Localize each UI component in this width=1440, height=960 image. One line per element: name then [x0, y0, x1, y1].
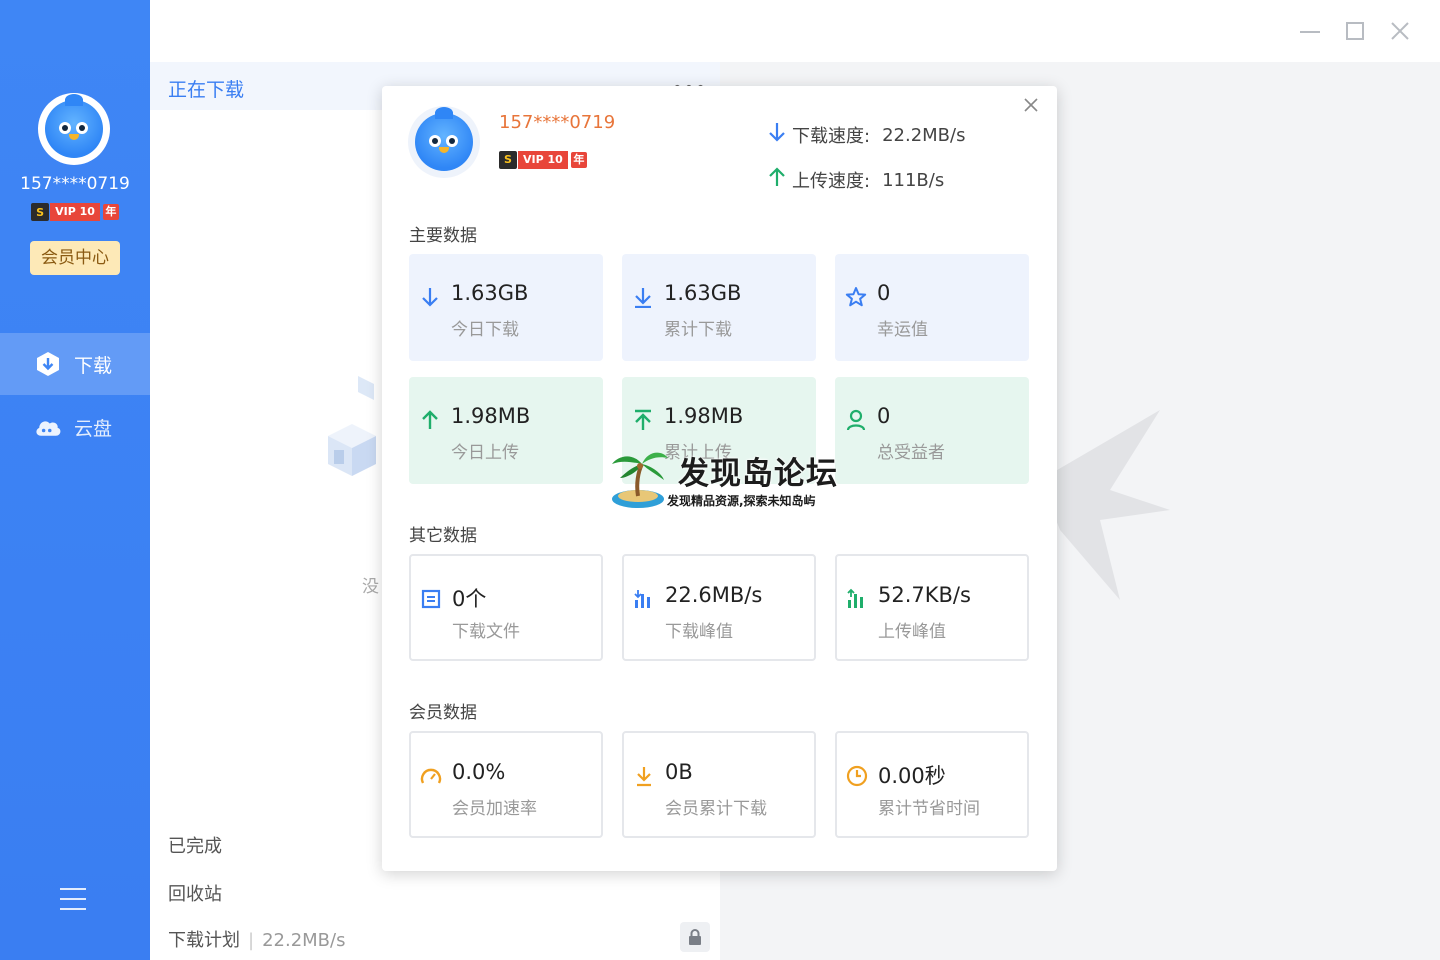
- tab-completed[interactable]: 已完成: [168, 832, 222, 858]
- bird-avatar-icon: [415, 107, 473, 171]
- forum-watermark: 发现岛论坛 发现精品资源,探索未知岛屿: [608, 444, 838, 510]
- menu-icon[interactable]: [60, 888, 86, 910]
- stat-label: 今日上传: [451, 443, 519, 463]
- download-speed: 下载速度: 22.2MB/s: [768, 121, 965, 149]
- stat-tile-today-download: 1.63GB 今日下载: [409, 254, 603, 361]
- tab-recycle-bin[interactable]: 回收站: [168, 880, 222, 906]
- sidebar: 157****0719 S VIP 10 年 会员中心 下载 云盘: [0, 0, 150, 960]
- empty-state-text: 没: [362, 577, 379, 597]
- stat-label: 下载峰值: [665, 622, 733, 642]
- empty-boxes-illustration: [328, 376, 376, 476]
- stat-label: 下载文件: [452, 622, 520, 642]
- sidebar-item-cloud[interactable]: 云盘: [0, 396, 150, 458]
- upload-speed: 上传速度: 111B/s: [768, 166, 944, 194]
- download-speed-label: 下载速度:: [792, 126, 871, 147]
- vip-year: 年: [570, 151, 587, 168]
- section-other-title: 其它数据: [409, 526, 477, 546]
- upload-arrow-icon: [419, 408, 441, 432]
- upload-speed-label: 上传速度:: [792, 171, 871, 192]
- watermark-subtitle: 发现精品资源,探索未知岛屿: [667, 494, 816, 508]
- download-speed-value: 22.2MB/s: [882, 124, 966, 146]
- bird-avatar-icon: [45, 94, 103, 158]
- down-arrow-icon: [768, 121, 786, 149]
- lock-icon[interactable]: [680, 922, 710, 952]
- vip-level: VIP 10: [50, 203, 100, 221]
- user-icon: [845, 408, 867, 432]
- maximize-icon[interactable]: [1342, 18, 1368, 44]
- watermark-title: 发现岛论坛: [678, 456, 838, 492]
- stat-tile-beneficiaries: 0 总受益者: [835, 377, 1029, 484]
- stat-tile-member-accel: 0.0% 会员加速率: [409, 731, 603, 838]
- stat-label: 累计下载: [664, 320, 732, 340]
- sidebar-item-download[interactable]: 下载: [0, 333, 150, 395]
- stat-tile-luck: 0 幸运值: [835, 254, 1029, 361]
- download-arrow-icon: [419, 285, 441, 309]
- stat-label: 会员累计下载: [665, 799, 767, 819]
- stat-value: 1.98MB: [664, 404, 744, 428]
- avatar: [408, 106, 480, 178]
- tab-downloading[interactable]: 正在下载: [168, 75, 244, 102]
- stat-tile-files: 0个 下载文件: [409, 554, 603, 661]
- vip-s-icon: S: [499, 150, 517, 169]
- stat-value: 0B: [665, 760, 693, 784]
- stat-label: 总受益者: [877, 443, 945, 463]
- minimize-icon[interactable]: [1297, 18, 1323, 44]
- download-total-icon: [632, 285, 654, 309]
- card-username: 157****0719: [499, 112, 616, 133]
- vip-level: VIP 10: [518, 150, 568, 169]
- stat-label: 上传峰值: [878, 622, 946, 642]
- stat-value: 0.0%: [452, 760, 506, 784]
- vip-badge: S VIP 10 年: [0, 203, 150, 221]
- close-icon[interactable]: [1387, 18, 1413, 44]
- download-plan[interactable]: 下载计划 | 22.2MB/s: [168, 926, 345, 952]
- stat-label: 今日下载: [451, 320, 519, 340]
- stat-value: 52.7KB/s: [878, 583, 971, 607]
- speedometer-icon: [420, 764, 442, 788]
- stat-tile-today-upload: 1.98MB 今日上传: [409, 377, 603, 484]
- download-icon: [34, 350, 62, 378]
- clock-icon: [846, 764, 868, 788]
- palm-island-logo: [612, 452, 668, 508]
- close-icon[interactable]: [1021, 96, 1041, 116]
- download-arrow-icon: [633, 764, 655, 788]
- bar-chart-icon: [846, 587, 868, 611]
- upload-total-icon: [632, 408, 654, 432]
- up-arrow-icon: [768, 166, 786, 194]
- cloud-icon: [34, 413, 62, 441]
- stat-value: 1.63GB: [664, 281, 742, 305]
- stat-tile-time-saved: 0.00秒 累计节省时间: [835, 731, 1029, 838]
- upload-speed-value: 111B/s: [882, 169, 945, 191]
- sidebar-item-label: 下载: [74, 354, 113, 377]
- vip-badge: S VIP 10 年: [499, 148, 587, 169]
- member-center-button[interactable]: 会员中心: [30, 241, 120, 275]
- bar-chart-icon: [633, 587, 655, 611]
- stat-tile-upload-peak: 52.7KB/s 上传峰值: [835, 554, 1029, 661]
- stat-value: 1.63GB: [451, 281, 529, 305]
- stat-value: 0: [877, 404, 891, 428]
- stat-label: 幸运值: [877, 320, 928, 340]
- sidebar-item-label: 云盘: [74, 417, 113, 440]
- stat-value: 1.98MB: [451, 404, 531, 428]
- section-main-title: 主要数据: [409, 226, 477, 246]
- logo-watermark-icon: [1040, 410, 1170, 600]
- download-plan-label: 下载计划: [168, 930, 240, 951]
- separator: |: [248, 930, 255, 951]
- stat-value: 0: [877, 281, 891, 305]
- stat-label: 累计节省时间: [878, 799, 980, 819]
- file-icon: [420, 587, 442, 611]
- vip-year: 年: [102, 204, 119, 220]
- star-icon: [845, 285, 867, 309]
- stat-tile-download-peak: 22.6MB/s 下载峰值: [622, 554, 816, 661]
- stat-value: 22.6MB/s: [665, 583, 763, 607]
- stat-tile-member-download: 0B 会员累计下载: [622, 731, 816, 838]
- stat-value: 0.00秒: [878, 764, 946, 788]
- section-member-title: 会员数据: [409, 703, 477, 723]
- download-plan-speed: 22.2MB/s: [262, 930, 346, 951]
- stat-label: 会员加速率: [452, 799, 537, 819]
- stat-tile-total-download: 1.63GB 累计下载: [622, 254, 816, 361]
- avatar[interactable]: [38, 93, 110, 165]
- vip-s-icon: S: [31, 203, 50, 221]
- stat-value: 0个: [452, 587, 487, 611]
- sidebar-username: 157****0719: [20, 174, 130, 194]
